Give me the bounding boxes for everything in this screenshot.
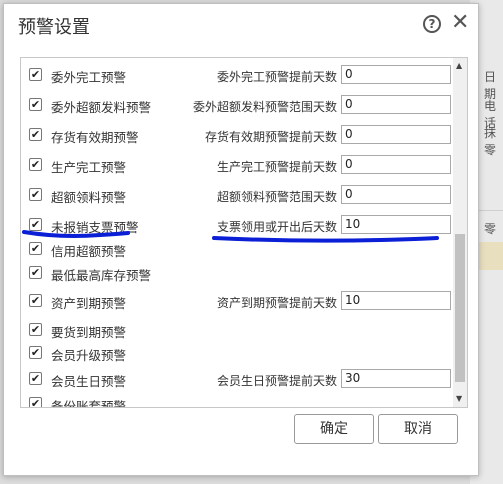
warning-label: 备份账套预警 [51, 399, 127, 408]
warning-label: 会员升级预警 [51, 348, 127, 363]
warning-checkbox[interactable]: ✔ [29, 372, 42, 385]
days-field-label: 支票领用或开出后天数 [216, 220, 337, 234]
days-input[interactable]: 0 [341, 95, 451, 114]
warning-label: 资产到期预警 [51, 296, 127, 311]
warning-checkbox[interactable]: ✔ [29, 158, 42, 171]
warning-settings-dialog: 预警设置 ? ✕ ✔ 委外完工预警 委外完工预警提前天数 0 ✔ 委外超额发料预警 委外超额… [3, 3, 479, 476]
days-input[interactable]: 0 [341, 185, 451, 204]
days-field-label: 委外完工预警提前天数 [216, 70, 337, 84]
days-input[interactable]: 0 [341, 125, 451, 144]
days-input[interactable]: 0 [341, 65, 451, 84]
warning-label: 未报销支票预警 [51, 220, 139, 235]
warning-checkbox[interactable]: ✔ [29, 346, 42, 359]
days-field-label: 资产到期预警提前天数 [216, 296, 337, 310]
warning-checkbox[interactable]: ✔ [29, 242, 42, 255]
scroll-down-icon[interactable]: ▼ [456, 394, 464, 404]
warning-label: 超额领料预警 [51, 190, 127, 205]
warning-list: ✔ 委外完工预警 委外完工预警提前天数 0 ✔ 委外超额发料预警 委外超额发料预警范围天数 0… [20, 57, 468, 408]
cancel-button[interactable]: 取消 [378, 414, 458, 444]
warning-row: ✔ 委外超额发料预警 委外超额发料预警范围天数 0 [21, 95, 453, 115]
scroll-up-icon[interactable]: ▲ [456, 61, 464, 71]
warning-row: ✔ 会员生日预警 会员生日预警提前天数 30 [21, 369, 453, 389]
days-input[interactable]: 30 [341, 369, 451, 388]
warning-checkbox[interactable]: ✔ [29, 397, 42, 407]
background-column-header: 零 [484, 222, 497, 236]
close-icon[interactable]: ✕ [451, 10, 469, 36]
warning-row: ✔ 要货到期预警 [21, 320, 453, 340]
warning-label: 生产完工预警 [51, 160, 127, 175]
warning-checkbox[interactable]: ✔ [29, 218, 42, 231]
days-field-label: 生产完工预警提前天数 [216, 160, 337, 174]
warning-row: ✔ 备份账套预警 [21, 394, 453, 408]
days-input[interactable]: 10 [341, 291, 451, 310]
warning-label: 要货到期预警 [51, 325, 127, 340]
warning-checkbox[interactable]: ✔ [29, 68, 42, 81]
background-label: 抹零 [484, 126, 497, 157]
days-input[interactable]: 10 [341, 215, 451, 234]
days-field-label: 超额领料预警范围天数 [216, 190, 337, 204]
warning-row: ✔ 信用超额预警 [21, 239, 453, 259]
warning-row: ✔ 生产完工预警 生产完工预警提前天数 0 [21, 155, 453, 175]
dialog-title: 预警设置 [18, 17, 90, 38]
warning-checkbox[interactable]: ✔ [29, 266, 42, 279]
warning-row: ✔ 未报销支票预警 支票领用或开出后天数 10 [21, 215, 453, 235]
dialog-title-bar[interactable]: 预警设置 ? ✕ [4, 4, 478, 44]
warning-label: 最低最高库存预警 [51, 268, 152, 283]
days-field-label: 存货有效期预警提前天数 [204, 130, 337, 144]
warning-label: 委外超额发料预警 [51, 100, 152, 115]
warning-row: ✔ 会员升级预警 [21, 343, 453, 363]
warning-label: 委外完工预警 [51, 70, 127, 85]
warning-row: ✔ 最低最高库存预警 [21, 263, 453, 283]
days-field-label: 委外超额发料预警范围天数 [192, 100, 337, 114]
warning-row: ✔ 超额领料预警 超额领料预警范围天数 0 [21, 185, 453, 205]
days-field-label: 会员生日预警提前天数 [216, 374, 337, 388]
warning-checkbox[interactable]: ✔ [29, 323, 42, 336]
help-icon[interactable]: ? [423, 15, 441, 33]
warning-checkbox[interactable]: ✔ [29, 128, 42, 141]
ok-button[interactable]: 确定 [294, 414, 374, 444]
warning-label: 信用超额预警 [51, 244, 127, 259]
days-input[interactable]: 0 [341, 155, 451, 174]
warning-checkbox[interactable]: ✔ [29, 188, 42, 201]
vertical-scrollbar[interactable]: ▲ ▼ [453, 58, 467, 407]
scroll-thumb[interactable] [455, 234, 465, 382]
warning-checkbox[interactable]: ✔ [29, 98, 42, 111]
warning-checkbox[interactable]: ✔ [29, 294, 42, 307]
warning-row: ✔ 资产到期预警 资产到期预警提前天数 10 [21, 291, 453, 311]
warning-row: ✔ 存货有效期预警 存货有效期预警提前天数 0 [21, 125, 453, 145]
warning-label: 会员生日预警 [51, 374, 127, 389]
warning-label: 存货有效期预警 [51, 130, 139, 145]
warning-row: ✔ 委外完工预警 委外完工预警提前天数 0 [21, 65, 453, 85]
